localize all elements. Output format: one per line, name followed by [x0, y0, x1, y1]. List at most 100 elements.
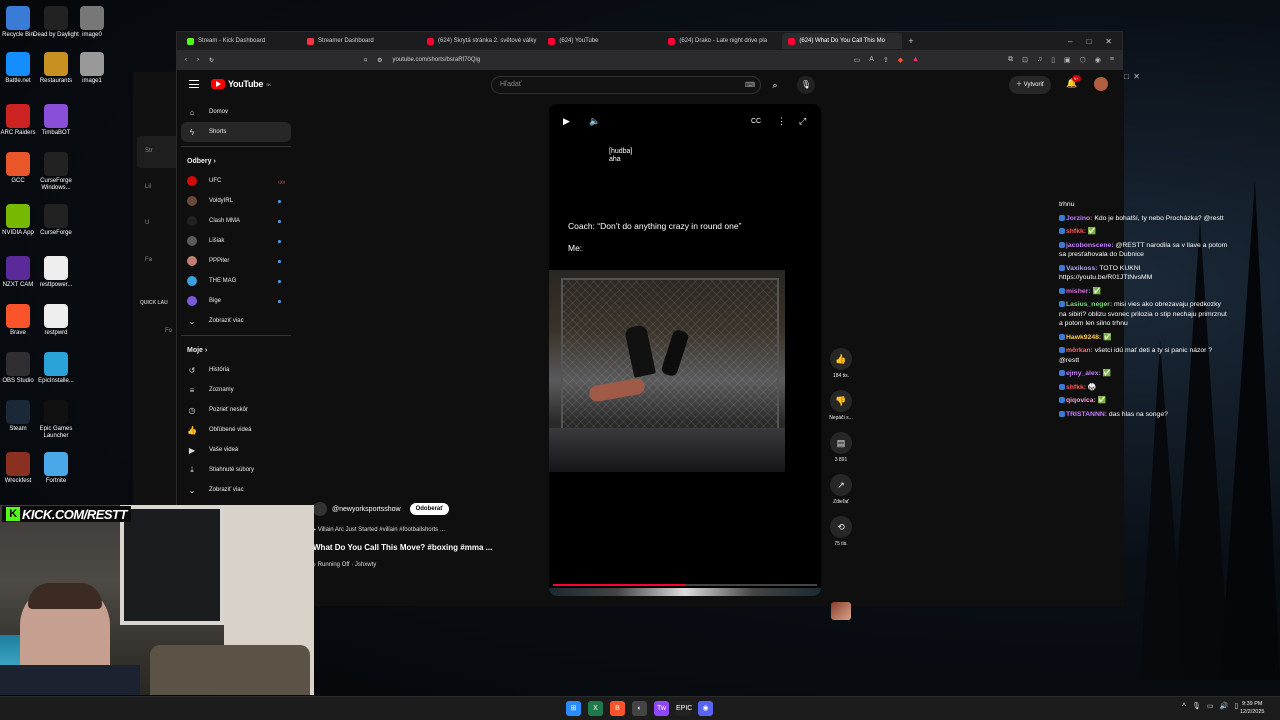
sidebar-channel[interactable]: THE MAG	[181, 271, 291, 291]
cast-icon[interactable]: ▭	[854, 56, 861, 64]
mine-heading[interactable]: Moje ›	[181, 340, 291, 360]
menu-icon[interactable]: ≡	[1110, 56, 1114, 64]
subscriptions-heading[interactable]: Odbery ›	[181, 151, 291, 171]
search-input[interactable]: Hľadať	[491, 76, 761, 94]
sidebar-channel[interactable]: Bige	[181, 291, 291, 311]
sidebar-item[interactable]: 👍 Obľúbené videá	[181, 420, 291, 440]
taskbar-app-icon[interactable]: Tw	[654, 701, 669, 716]
new-tab-button[interactable]: +	[908, 36, 913, 46]
create-button[interactable]: ＋ Vytvoriť	[1009, 76, 1052, 94]
account-avatar[interactable]	[1094, 77, 1108, 91]
desktop-icon[interactable]: resttpower...	[28, 256, 84, 289]
minimize-button[interactable]: –	[1068, 37, 1072, 46]
short-title[interactable]: What Do You Call This Move? #boxing #mma…	[313, 543, 553, 552]
captions-icon[interactable]: CC	[751, 118, 761, 125]
screenshot-icon[interactable]: ⊡	[1022, 56, 1028, 64]
desktop-icon[interactable]: CurseForge Windows...	[28, 152, 84, 192]
clock[interactable]: 9:39 PM 12/2/2025	[1240, 700, 1264, 716]
sidebar-channel[interactable]: UFC ((•))	[181, 171, 291, 191]
browser-tab[interactable]: (624) YouTube	[542, 33, 662, 49]
taskbar-app-icon[interactable]: EPIC	[676, 701, 692, 716]
channel-avatar[interactable]	[313, 502, 327, 516]
translate-icon[interactable]: A	[869, 56, 874, 64]
back-icon[interactable]: ‹	[185, 57, 187, 63]
profile-icon[interactable]: ◉	[1095, 56, 1101, 64]
network-icon[interactable]: ▭	[1207, 702, 1214, 710]
desktop-icon[interactable]: EpicInstalle...	[28, 352, 84, 385]
sidebar-item[interactable]: ≡ Zoznamy	[181, 380, 291, 400]
battery-icon[interactable]: ▯	[1234, 702, 1238, 710]
taskbar-app-icon[interactable]: ◐	[632, 701, 647, 716]
mic-tray-icon[interactable]: 🎙	[1192, 702, 1201, 710]
sidebar-item[interactable]: ▶ Vaše videá	[181, 440, 291, 460]
site-settings-icon[interactable]: ⚙	[377, 57, 382, 64]
video-progress-bar[interactable]	[553, 584, 817, 586]
close-window-button[interactable]: ✕	[1105, 37, 1112, 46]
sidebar-item-shorts[interactable]: ϟ Shorts	[181, 122, 291, 142]
forward-icon[interactable]: ›	[197, 57, 199, 63]
sidebar-item[interactable]: ↺ História	[181, 360, 291, 380]
browser-tab[interactable]: Streamer Dashboard	[301, 33, 421, 49]
extensions-icon[interactable]: ⧉	[1008, 56, 1013, 64]
shorts-player[interactable]: ▶ 🔈 CC ⋮ ⤢ [hudba] aha Coach: “Don’t do …	[549, 104, 821, 596]
media-icon[interactable]: ♫	[1037, 56, 1042, 64]
short-action[interactable]: ⟲ 75 tis.	[823, 516, 859, 547]
sidebar-item[interactable]: ◷ Pozrieť neskôr	[181, 400, 291, 420]
bookmark-icon[interactable]: ⌑	[364, 57, 367, 64]
wallet-icon[interactable]: ▣	[1064, 56, 1071, 64]
fullscreen-icon[interactable]: ⤢	[799, 116, 806, 127]
share-icon[interactable]: ⇪	[883, 56, 889, 64]
desktop-icon[interactable]: Fortnite	[28, 452, 84, 485]
short-action[interactable]: ▤ 3 891	[823, 432, 859, 463]
search-icon[interactable]: ⌕	[762, 76, 788, 94]
browser-tab[interactable]: (624) Skrytá stránka 2. světové války	[421, 33, 542, 49]
maximize-button[interactable]: □	[1086, 37, 1091, 46]
short-action[interactable]: 👎 Nepáči s...	[823, 390, 859, 421]
video-frame[interactable]	[549, 270, 785, 472]
sidebar-icon[interactable]: ▯	[1051, 56, 1055, 64]
channel-name[interactable]: @newyorksportsshow	[332, 506, 401, 513]
short-action[interactable]: 👍 184 tis.	[823, 348, 859, 379]
tray-chevron-icon[interactable]: ˄	[1182, 702, 1186, 710]
desktop-icon[interactable]: CurseForge	[28, 204, 84, 237]
rewards-icon[interactable]: ▲	[912, 56, 919, 64]
url-field[interactable]: youtube.com/shorts/bsraRf70Qig	[393, 57, 481, 63]
show-more-button[interactable]: ⌄ Zobraziť viac	[181, 311, 291, 331]
hamburger-menu-icon[interactable]	[189, 80, 199, 88]
overlay-restore-button[interactable]: □	[1124, 72, 1129, 81]
music-line[interactable]: ♪ Running Off · Jshxwty	[313, 562, 553, 568]
taskbar-app-icon[interactable]: X	[588, 701, 603, 716]
short-action[interactable]: ↗ Zdieľať	[823, 474, 859, 505]
desktop-icon[interactable]: restpwrd	[28, 304, 84, 337]
youtube-logo[interactable]: YouTube SK	[211, 79, 271, 89]
taskbar-app-icon[interactable]: ⊞	[566, 701, 581, 716]
microphone-icon[interactable]: 🎙	[797, 76, 815, 94]
sidebar-item[interactable]: ⤓ Stiahnuté súbory	[181, 460, 291, 480]
brave-shield-icon[interactable]: ◆	[898, 56, 903, 64]
browser-tab[interactable]: Stream - Kick Dashboard	[181, 33, 301, 49]
desktop-icon[interactable]: image0	[64, 6, 120, 39]
play-icon[interactable]: ▶	[563, 116, 570, 127]
short-description[interactable]: ▸ Villain Arc Just Started #villain #foo…	[313, 526, 553, 533]
desktop-icon[interactable]: Epic Games Launcher	[28, 400, 84, 440]
overlay-close-button[interactable]: ✕	[1133, 72, 1140, 81]
desktop-icon[interactable]: image1	[64, 52, 120, 85]
taskbar-app-icon[interactable]: ◉	[698, 701, 713, 716]
sidebar-item-home[interactable]: ⌂ Domov	[181, 102, 291, 122]
sidebar-channel[interactable]: Clash MMA	[181, 211, 291, 231]
sidebar-channel[interactable]: PPPiter	[181, 251, 291, 271]
taskbar-app-icon[interactable]: B	[610, 701, 625, 716]
sound-thumbnail[interactable]	[831, 602, 851, 620]
desktop-icon[interactable]: TimbaBOT	[28, 104, 84, 137]
volume-tray-icon[interactable]: 🔊	[1220, 702, 1229, 710]
keyboard-icon[interactable]: ⌨	[745, 81, 755, 89]
browser-tab[interactable]: (624) Drako - Late night drive pla	[662, 33, 782, 49]
sidebar-channel[interactable]: VoldyIRL	[181, 191, 291, 211]
volume-icon[interactable]: 🔈	[589, 116, 600, 127]
subscribe-button[interactable]: Odoberať	[409, 503, 450, 515]
show-more-button[interactable]: ⌄ Zobraziť viac	[181, 480, 291, 500]
reload-icon[interactable]: ↻	[209, 57, 214, 64]
vpn-icon[interactable]: ⬡	[1080, 56, 1086, 64]
more-options-icon[interactable]: ⋮	[777, 116, 786, 127]
sidebar-channel[interactable]: Lišiak	[181, 231, 291, 251]
